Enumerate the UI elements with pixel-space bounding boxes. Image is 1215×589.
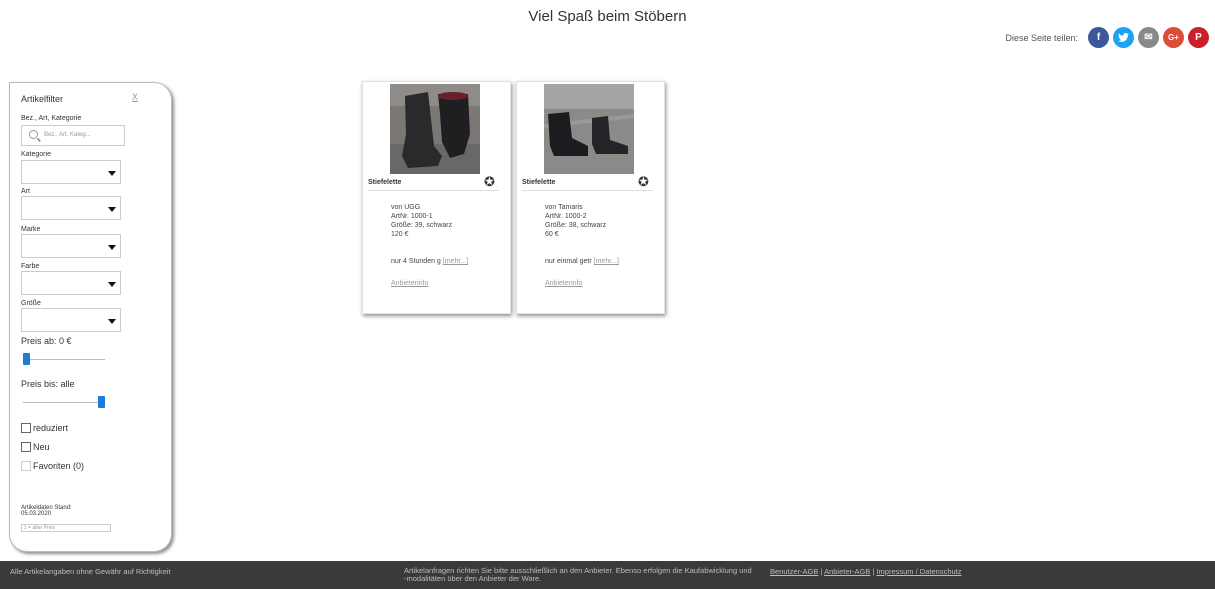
product-image[interactable] — [544, 84, 634, 174]
share-label: Diese Seite teilen: — [1005, 32, 1078, 43]
share-bar: Diese Seite teilen: f ✉ G+ P — [1005, 27, 1209, 48]
chevron-down-icon — [108, 171, 116, 176]
close-filter-button[interactable]: X — [132, 92, 138, 102]
product-card[interactable]: Stiefelette ✪ von UGG ArtNr. 1000-1 Größ… — [362, 81, 511, 314]
more-link[interactable]: [mehr...] — [594, 258, 619, 265]
art-select[interactable] — [21, 196, 121, 220]
groesse-label: Größe — [21, 300, 41, 307]
product-price: 120 € — [391, 231, 409, 238]
price-legend: 1 = alter Preis — [21, 524, 111, 532]
pinterest-icon[interactable]: P — [1188, 27, 1209, 48]
facebook-icon[interactable]: f — [1088, 27, 1109, 48]
reduziert-checkbox[interactable] — [21, 423, 31, 433]
favoriten-checkbox-row[interactable]: Favoriten (0) — [21, 461, 84, 471]
search-label: Bez., Art, Kategorie — [21, 115, 82, 122]
product-size: Größe: 38, schwarz — [545, 222, 607, 229]
farbe-select[interactable] — [21, 271, 121, 295]
neu-label: Neu — [33, 442, 50, 452]
impressum-link[interactable]: Impressum / Datenschutz — [876, 567, 961, 576]
farbe-label: Farbe — [21, 263, 40, 270]
price-to-label: Preis bis: alle — [21, 379, 75, 389]
data-stand: Artikeldaten Stand: 05.03.2020 — [21, 505, 72, 517]
price-to-slider[interactable] — [23, 396, 105, 408]
filter-title: Artikelfilter — [21, 94, 64, 104]
product-card[interactable]: Stiefelette ✪ von Tamaris ArtNr. 1000-2 … — [516, 81, 665, 314]
product-desc-text: nur einmal getr — [545, 258, 592, 265]
stand-date: 05.03.2020 — [21, 511, 52, 517]
price-from-thumb[interactable] — [23, 353, 30, 365]
page-title: Viel Spaß beim Stöbern — [528, 8, 687, 25]
product-name[interactable]: Stiefelette — [522, 179, 555, 186]
reduziert-checkbox-row[interactable]: reduziert — [21, 423, 68, 433]
footer-notice: Artikelanfragen richten Sie bitte aussch… — [404, 566, 752, 583]
groesse-select[interactable] — [21, 308, 121, 332]
footer-links: Benutzer-AGB | Anbieter-AGB | Impressum … — [770, 567, 962, 576]
chevron-down-icon — [108, 207, 116, 212]
search-input[interactable]: Bez., Art, Kateg... — [21, 125, 125, 146]
more-link[interactable]: [mehr...] — [443, 258, 468, 265]
chevron-down-icon — [108, 282, 116, 287]
favoriten-checkbox[interactable] — [21, 461, 31, 471]
neu-checkbox[interactable] — [21, 442, 31, 452]
product-brand: von UGG — [391, 204, 421, 211]
vendor-info-link[interactable]: Anbieterinfo — [391, 280, 428, 287]
footer-disclaimer: Alle Artikelangaben ohne Gewähr auf Rich… — [10, 567, 171, 576]
price-to-thumb[interactable] — [98, 396, 105, 408]
twitter-icon[interactable] — [1113, 27, 1134, 48]
chevron-down-icon — [108, 245, 116, 250]
divider — [368, 190, 499, 191]
product-brand: von Tamaris — [545, 204, 583, 211]
price-from-slider[interactable] — [23, 353, 105, 365]
marke-label: Marke — [21, 226, 41, 233]
user-agb-link[interactable]: Benutzer-AGB — [770, 567, 818, 576]
favorite-star-icon[interactable]: ✪ — [484, 174, 495, 190]
neu-checkbox-row[interactable]: Neu — [21, 442, 50, 452]
product-size: Größe: 39, schwarz — [391, 222, 453, 229]
product-image[interactable] — [390, 84, 480, 174]
product-details: von UGG ArtNr. 1000-1 Größe: 39, schwarz… — [391, 203, 452, 239]
product-description: nur einmal getr [mehr...] — [545, 258, 619, 265]
google-plus-icon[interactable]: G+ — [1163, 27, 1184, 48]
kategorie-label: Kategorie — [21, 151, 51, 158]
product-name[interactable]: Stiefelette — [368, 179, 401, 186]
vendor-info-link[interactable]: Anbieterinfo — [545, 280, 582, 287]
vendor-agb-link[interactable]: Anbieter-AGB — [824, 567, 870, 576]
product-price: 60 € — [545, 231, 559, 238]
product-details: von Tamaris ArtNr. 1000-2 Größe: 38, sch… — [545, 203, 606, 239]
product-artnr: ArtNr. 1000-1 — [391, 213, 433, 220]
search-placeholder: Bez., Art, Kateg... — [44, 132, 91, 138]
product-desc-text: nur 4 Stunden g — [391, 258, 441, 265]
email-icon[interactable]: ✉ — [1138, 27, 1159, 48]
product-artnr: ArtNr. 1000-2 — [545, 213, 587, 220]
favorite-star-icon[interactable]: ✪ — [638, 174, 649, 190]
divider — [522, 190, 653, 191]
reduziert-label: reduziert — [33, 423, 69, 433]
filter-panel: Artikelfilter X Bez., Art, Kategorie Bez… — [9, 82, 172, 552]
price-from-label: Preis ab: 0 € — [21, 336, 72, 346]
footer: Alle Artikelangaben ohne Gewähr auf Rich… — [0, 561, 1215, 589]
marke-select[interactable] — [21, 234, 121, 258]
favoriten-label: Favoriten (0) — [33, 461, 85, 471]
search-icon — [29, 130, 38, 139]
art-label: Art — [21, 188, 30, 195]
kategorie-select[interactable] — [21, 160, 121, 184]
chevron-down-icon — [108, 319, 116, 324]
product-description: nur 4 Stunden g [mehr...] — [391, 258, 468, 265]
